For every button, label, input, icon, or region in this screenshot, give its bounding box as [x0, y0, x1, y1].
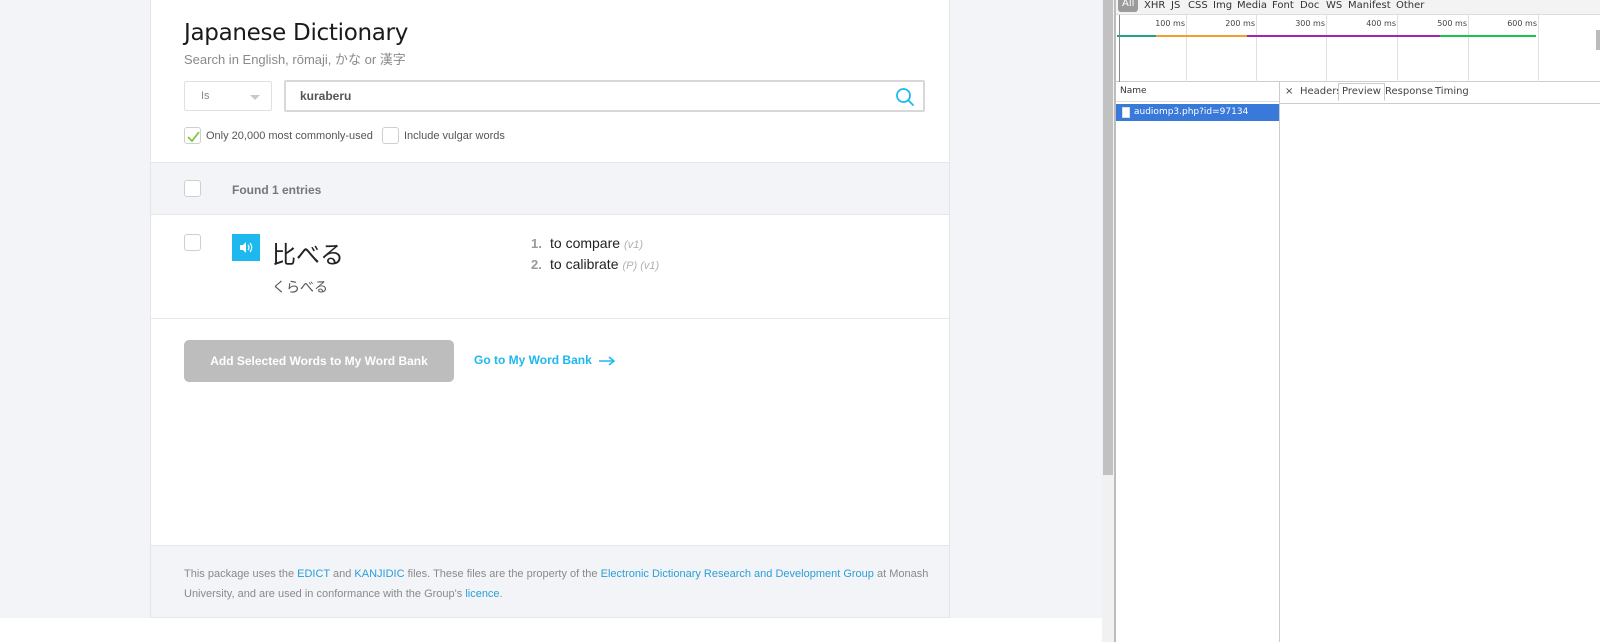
- network-filter-bar: All XHR JS CSS Img Media Font Doc WS Man…: [1116, 0, 1600, 15]
- play-audio-button[interactable]: [232, 234, 260, 261]
- arrow-right-icon: [599, 356, 616, 366]
- timeline-tick-label: 400 ms: [1366, 19, 1396, 28]
- timeline-scroll-handle[interactable]: [1596, 30, 1600, 50]
- timeline-tick-label: 500 ms: [1437, 19, 1467, 28]
- dictionary-card: Japanese Dictionary Search in English, r…: [150, 0, 950, 630]
- match-type-value: Is: [201, 90, 210, 102]
- meaning-item: 1. to compare (v1): [531, 235, 659, 256]
- timing-bar-queue: [1117, 35, 1156, 37]
- select-all-checkbox[interactable]: [184, 180, 201, 197]
- page-scrollbar[interactable]: [1102, 0, 1114, 642]
- request-name: audiomp3.php?id=97134: [1134, 107, 1249, 117]
- meaning-number: 2.: [531, 257, 542, 272]
- entry-kanji: 比べる: [272, 241, 344, 269]
- tab-response[interactable]: Response: [1385, 86, 1433, 97]
- timeline-tick-label: 300 ms: [1295, 19, 1325, 28]
- match-type-select[interactable]: Is: [184, 81, 272, 111]
- attribution-footer: This package uses the EDICT and KANJIDIC…: [151, 545, 949, 618]
- entry-checkbox[interactable]: [184, 234, 201, 251]
- page-subtitle: Search in English, rōmaji, かな or 漢字: [184, 52, 406, 67]
- kanjidic-link[interactable]: KANJIDIC: [354, 568, 404, 580]
- timing-bar-download: [1247, 35, 1440, 37]
- common-words-label: Only 20,000 most commonly-used: [206, 130, 373, 142]
- page-title: Japanese Dictionary: [184, 20, 409, 46]
- edrdg-link[interactable]: Electronic Dictionary Research and Devel…: [601, 568, 874, 580]
- filter-other[interactable]: Other: [1396, 0, 1424, 11]
- results-header: Found 1 entries: [151, 162, 949, 215]
- footer-text: files. These files are the property of t…: [404, 568, 601, 580]
- request-detail-tabs: × Headers Preview Response Timing: [1280, 82, 1600, 104]
- search-input[interactable]: [300, 89, 880, 103]
- meaning-number: 1.: [531, 236, 542, 251]
- timeline-gridline: 600 ms: [1507, 15, 1539, 82]
- timing-bar-waiting: [1156, 35, 1247, 37]
- checkmark-icon: [187, 131, 200, 143]
- attribution-text: This package uses the EDICT and KANJIDIC…: [184, 564, 929, 604]
- vulgar-words-label: Include vulgar words: [404, 130, 505, 142]
- licence-link[interactable]: licence: [465, 588, 499, 600]
- file-icon: [1122, 107, 1130, 118]
- scrollbar-thumb[interactable]: [1103, 0, 1113, 475]
- results-count: Found 1 entries: [232, 183, 322, 197]
- request-row-selected[interactable]: audiomp3.php?id=97134: [1116, 104, 1279, 121]
- timeline-gridline: 100 ms: [1155, 15, 1187, 82]
- close-icon[interactable]: ×: [1285, 86, 1293, 97]
- meaning-item: 2. to calibrate (P) (v1): [531, 256, 659, 277]
- tab-headers[interactable]: Headers: [1300, 86, 1342, 97]
- devtools-network-panel: All XHR JS CSS Img Media Font Doc WS Man…: [1114, 0, 1600, 642]
- search-box: [284, 80, 925, 112]
- entry-kana: くらべる: [272, 280, 328, 296]
- filter-ws[interactable]: WS: [1326, 0, 1342, 11]
- filter-all[interactable]: All: [1118, 0, 1139, 12]
- timeline-gridline: 200 ms: [1225, 15, 1257, 82]
- timeline-tick-label: 600 ms: [1507, 19, 1537, 28]
- timeline-tick-label: 200 ms: [1225, 19, 1255, 28]
- chevron-down-icon: [250, 95, 260, 100]
- meanings-list: 1. to compare (v1) 2. to calibrate (P) (v1): [531, 235, 659, 277]
- entry-row: 比べる くらべる 1. to compare (v1) 2. to calibrate…: [151, 215, 949, 319]
- request-list: Name audiomp3.php?id=97134: [1116, 82, 1280, 642]
- filter-doc[interactable]: Doc: [1300, 0, 1319, 11]
- filter-img[interactable]: Img: [1213, 0, 1232, 11]
- meaning-tags: (v1): [624, 239, 643, 251]
- filter-xhr[interactable]: XHR: [1144, 0, 1165, 11]
- search-icon[interactable]: [895, 87, 915, 107]
- filter-css[interactable]: CSS: [1188, 0, 1208, 11]
- go-to-word-bank-link[interactable]: Go to My Word Bank: [474, 353, 616, 367]
- timeline-gridline: 400 ms: [1366, 15, 1398, 82]
- common-words-checkbox[interactable]: [184, 127, 201, 144]
- timeline-gridline: 500 ms: [1437, 15, 1469, 82]
- add-to-word-bank-button[interactable]: Add Selected Words to My Word Bank: [184, 340, 454, 382]
- tab-preview[interactable]: Preview: [1338, 83, 1385, 101]
- footer-text: .: [499, 588, 503, 600]
- meaning-tags: (P) (v1): [622, 260, 660, 272]
- filter-font[interactable]: Font: [1272, 0, 1294, 11]
- filter-js[interactable]: JS: [1171, 0, 1180, 11]
- timing-bar-complete: [1440, 35, 1536, 37]
- go-to-word-bank-label: Go to My Word Bank: [474, 353, 592, 367]
- filter-media[interactable]: Media: [1237, 0, 1267, 11]
- meaning-text: to calibrate: [550, 256, 619, 272]
- edict-link[interactable]: EDICT: [297, 568, 330, 580]
- vulgar-words-checkbox[interactable]: [382, 127, 399, 144]
- footer-text: This package uses the: [184, 568, 298, 580]
- timeline-start-marker: [1119, 15, 1120, 82]
- footer-text: and: [329, 568, 355, 580]
- timeline-tick-label: 100 ms: [1155, 19, 1185, 28]
- name-column-header[interactable]: Name: [1116, 82, 1279, 102]
- page-bottom: [0, 618, 1102, 642]
- meaning-text: to compare: [550, 235, 621, 251]
- speaker-icon: [240, 242, 253, 253]
- timeline-gridline: 300 ms: [1295, 15, 1327, 82]
- network-timeline[interactable]: 100 ms 200 ms 300 ms 400 ms 500 ms 600 m…: [1116, 15, 1600, 82]
- tab-timing[interactable]: Timing: [1435, 86, 1469, 97]
- filter-manifest[interactable]: Manifest: [1348, 0, 1391, 11]
